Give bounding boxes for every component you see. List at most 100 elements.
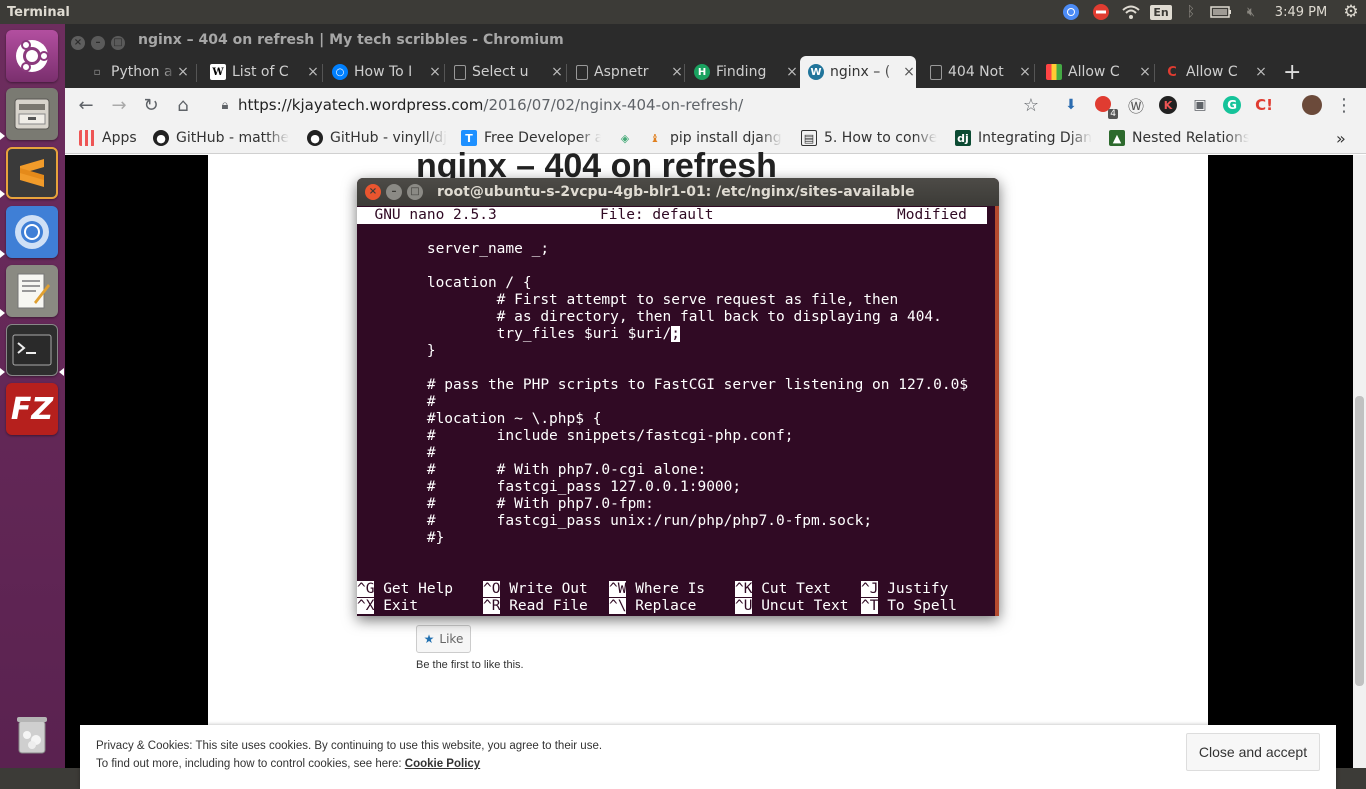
bookmark-diamond[interactable]: ◈: [617, 128, 637, 148]
code-line: #: [357, 445, 436, 461]
cors-extension-icon[interactable]: C!: [1252, 93, 1276, 117]
close-icon[interactable]: ×: [1254, 64, 1268, 80]
forward-arrow-icon[interactable]: →: [107, 93, 131, 117]
like-label: Like: [439, 632, 464, 646]
shortcut-to-spell[interactable]: ^T To Spell: [861, 598, 957, 615]
lang-label: En: [1150, 4, 1172, 20]
close-icon[interactable]: ×: [1138, 64, 1152, 80]
scrollbar[interactable]: [1353, 155, 1366, 768]
grammarly-icon[interactable]: G: [1220, 93, 1244, 117]
bookmark-nested-relations[interactable]: ▲ Nested Relations: [1109, 128, 1249, 148]
bookmark-github-vinyll[interactable]: ● GitHub - vinyll/dj: [307, 128, 447, 148]
clock[interactable]: 3:49 PM: [1266, 5, 1336, 20]
maximize-icon[interactable]: □: [407, 184, 423, 200]
terminal-icon[interactable]: [6, 324, 58, 376]
battery-icon[interactable]: [1206, 0, 1236, 24]
extension-save-icon[interactable]: ⬇: [1059, 93, 1083, 117]
shortcut-cut-text[interactable]: ^K Cut Text: [735, 581, 831, 598]
nano-editor[interactable]: GNU nano 2.5.3 File: default Modified serv…: [357, 206, 999, 616]
terminal-window[interactable]: × – □ root@ubuntu-s-2vcpu-4gb-blr1-01: /…: [357, 178, 999, 616]
sublime-text-icon[interactable]: [6, 147, 58, 199]
chromium-tray-icon[interactable]: [1056, 0, 1086, 24]
filezilla-icon[interactable]: FZ: [6, 383, 58, 435]
text-editor-icon[interactable]: [6, 265, 58, 317]
cookie-policy-link[interactable]: Cookie Policy: [405, 758, 480, 770]
document-icon: ▫: [93, 66, 101, 78]
files-icon[interactable]: [6, 88, 58, 140]
tab-list-of[interactable]: W List of C ×: [202, 56, 320, 88]
back-arrow-icon[interactable]: ←: [74, 93, 98, 117]
bookmark-how-to-conve[interactable]: ▤ 5. How to conve: [801, 128, 941, 148]
tab-allow-c-2[interactable]: C Allow C ×: [1160, 56, 1268, 88]
tab-label: nginx – (: [830, 64, 891, 80]
apps-grid-icon: [79, 130, 95, 146]
tab-404-not[interactable]: 404 Not ×: [922, 56, 1032, 88]
tab-nginx-active[interactable]: Wnginx – (×: [800, 56, 916, 88]
close-icon[interactable]: ×: [902, 64, 916, 80]
volume-muted-icon[interactable]: 🔇︎: [1236, 0, 1266, 24]
shortcut-write-out[interactable]: ^O Write Out: [483, 581, 588, 598]
address-bar[interactable]: https://kjayatech.wordpress.com/2016/07/…: [238, 93, 1058, 117]
bookmarks-overflow[interactable]: »: [1336, 128, 1346, 148]
lock-icon[interactable]: 🔒︎: [213, 93, 237, 117]
settings-gear-icon[interactable]: ⚙: [1336, 0, 1366, 24]
shortcut-read-file[interactable]: ^R Read File: [483, 598, 588, 615]
close-icon[interactable]: ×: [1018, 64, 1032, 80]
profile-avatar[interactable]: [1300, 93, 1324, 117]
code-line: # First attempt to serve request as file…: [357, 292, 899, 308]
code-line: location / {: [357, 275, 532, 291]
close-icon[interactable]: ×: [176, 64, 190, 80]
like-button[interactable]: ★ Like: [416, 625, 471, 653]
bookmark-github-matthe[interactable]: ● GitHub - matthe: [153, 128, 293, 148]
close-icon[interactable]: ×: [670, 64, 684, 80]
shortcut-where-is[interactable]: ^W Where Is: [609, 581, 705, 598]
close-icon[interactable]: ×: [785, 64, 799, 80]
image-extension-icon[interactable]: ▣: [1188, 93, 1212, 117]
shortcut-replace[interactable]: ^\ Replace: [609, 598, 696, 615]
bookmark-star-icon[interactable]: ☆: [1019, 93, 1043, 117]
shortcut-uncut-text[interactable]: ^U Uncut Text: [735, 598, 849, 615]
close-icon[interactable]: ×: [306, 64, 320, 80]
shortcut-justify[interactable]: ^J Justify: [861, 581, 948, 598]
close-icon[interactable]: ×: [428, 64, 442, 80]
window-minimize-icon[interactable]: –: [91, 36, 105, 50]
bookmark-integrating-django[interactable]: dj Integrating Djan: [955, 128, 1095, 148]
trash-icon[interactable]: [6, 708, 58, 760]
shortcut-exit[interactable]: ^X Exit: [357, 598, 418, 615]
wifi-icon[interactable]: [1116, 0, 1146, 24]
text-cursor: ;: [671, 326, 681, 342]
keyboard-lang-indicator[interactable]: En: [1146, 0, 1176, 24]
wordpress-ext-icon[interactable]: Ⓦ: [1124, 93, 1148, 117]
close-icon[interactable]: ×: [550, 64, 564, 80]
bookmark-free-developer[interactable]: T Free Developer a: [461, 128, 601, 148]
close-and-accept-button[interactable]: Close and accept: [1186, 733, 1320, 771]
bookmark-apps[interactable]: Apps: [79, 128, 137, 148]
close-icon[interactable]: ×: [365, 184, 381, 200]
tab-python[interactable]: ▫ Python a ×: [65, 56, 190, 88]
minimize-icon[interactable]: –: [386, 184, 402, 200]
shortcut-get-help[interactable]: ^G Get Help: [357, 581, 453, 598]
window-titlebar: × – □ nginx – 404 on refresh | My tech s…: [65, 28, 1366, 50]
home-icon[interactable]: ⌂: [171, 93, 195, 117]
tab-aspnetr[interactable]: Aspnetr ×: [568, 56, 684, 88]
new-tab-button[interactable]: +: [1283, 56, 1313, 88]
extension-badge-icon[interactable]: 4: [1092, 93, 1118, 119]
tab-how-to[interactable]: ○ How To I ×: [324, 56, 442, 88]
shortcut-label: Get Help: [383, 581, 454, 597]
scrollbar-thumb[interactable]: [1355, 396, 1364, 686]
tabs: ▫ Python a × W List of C × ○ How To I × Select…: [65, 54, 1366, 88]
reload-icon[interactable]: ↻: [139, 93, 163, 117]
window-close-icon[interactable]: ×: [71, 36, 85, 50]
bookmark-pip-install[interactable]: ♝ pip install djang: [647, 128, 787, 148]
tab-allow-c-1[interactable]: Allow C ×: [1042, 56, 1152, 88]
k-extension-icon[interactable]: K: [1156, 93, 1180, 117]
tab-finding[interactable]: H Finding ×: [686, 56, 799, 88]
ubuntu-dash-icon[interactable]: [6, 30, 58, 82]
shortcut-label: Uncut Text: [761, 598, 849, 614]
no-entry-icon[interactable]: [1086, 0, 1116, 24]
bluetooth-icon[interactable]: ᛒ: [1176, 0, 1206, 24]
menu-icon[interactable]: ⋮: [1332, 93, 1356, 117]
tab-select-u[interactable]: Select u ×: [446, 56, 564, 88]
chromium-icon[interactable]: [6, 206, 58, 258]
window-maximize-icon[interactable]: □: [111, 36, 125, 50]
